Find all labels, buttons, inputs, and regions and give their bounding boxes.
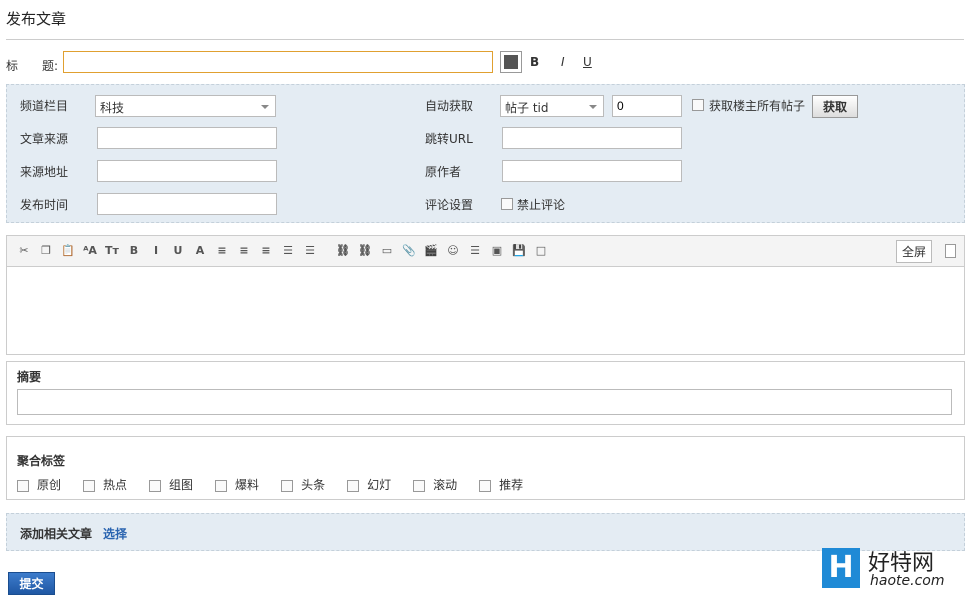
align-right-icon[interactable]: ≡ xyxy=(258,243,274,259)
tag-label: 热点 xyxy=(103,478,128,492)
tag-label: 头条 xyxy=(301,478,326,492)
page-title: 发布文章 xyxy=(6,10,67,28)
editor-toolbar: ✂ ❐ 📋 ᴬA Tт B I U A ≡ ≡ ≡ ☰ ☰ ⛓ ⛓ ▭ 📎 🎬 ☺ ☰ ▣ 💾 □ 全屏 xyxy=(6,235,965,267)
source-view-icon[interactable] xyxy=(945,244,956,258)
title-input[interactable] xyxy=(63,51,493,73)
align-center-icon[interactable]: ≡ xyxy=(236,243,252,259)
attachment-icon[interactable]: 📎 xyxy=(401,243,417,259)
font-icon[interactable]: ᴬA xyxy=(82,243,98,259)
video-icon[interactable]: 🎬 xyxy=(423,243,439,259)
editor-content[interactable] xyxy=(6,266,965,355)
tid-input[interactable] xyxy=(612,95,682,117)
fullscreen-button[interactable]: 全屏 xyxy=(895,240,932,263)
summary-section: 摘要 xyxy=(6,361,965,425)
tag-option[interactable]: 推荐 xyxy=(479,476,523,493)
tag-label: 幻灯 xyxy=(367,478,392,492)
save-icon[interactable]: 💾 xyxy=(511,243,527,259)
align-left-icon[interactable]: ≡ xyxy=(214,243,230,259)
title-italic-button[interactable]: I xyxy=(561,55,565,69)
source-url-label: 来源地址 xyxy=(20,165,69,179)
redirect-url-input[interactable] xyxy=(502,127,682,149)
comment-label: 评论设置 xyxy=(425,198,474,212)
fetch-type-select[interactable]: 帖子 tid xyxy=(500,95,604,117)
copy-icon[interactable]: ❐ xyxy=(38,243,54,259)
source-label: 文章来源 xyxy=(20,132,69,146)
title-underline-button[interactable]: U xyxy=(583,55,592,69)
tag-checkbox[interactable] xyxy=(215,479,228,492)
disable-comment-label: 禁止评论 xyxy=(517,198,566,212)
channel-select[interactable]: 科技 xyxy=(95,95,276,117)
tag-checkbox[interactable] xyxy=(149,479,162,492)
tag-checkbox[interactable] xyxy=(413,479,426,492)
underline-icon[interactable]: U xyxy=(170,243,186,259)
bold-icon[interactable]: B xyxy=(126,243,142,259)
tag-checkbox[interactable] xyxy=(479,479,492,492)
italic-icon[interactable]: I xyxy=(148,243,164,259)
author-input[interactable] xyxy=(502,160,682,182)
tag-label: 原创 xyxy=(37,478,62,492)
ordered-list-icon[interactable]: ☰ xyxy=(280,243,296,259)
emoji-icon[interactable]: ☺ xyxy=(445,243,461,259)
indent-icon[interactable]: ☰ xyxy=(302,243,318,259)
tag-option[interactable]: 滚动 xyxy=(413,476,457,493)
unlink-icon[interactable]: ⛓ xyxy=(357,243,373,259)
checkbox-icon[interactable]: □ xyxy=(533,243,549,259)
redirect-url-label: 跳转URL xyxy=(425,132,473,146)
tag-checkbox[interactable] xyxy=(281,479,294,492)
tag-label: 组图 xyxy=(169,478,194,492)
tag-checkbox[interactable] xyxy=(83,479,96,492)
insert-image-icon[interactable]: ▣ xyxy=(489,243,505,259)
tag-label: 滚动 xyxy=(433,478,458,492)
auto-fetch-label: 自动获取 xyxy=(425,99,474,113)
related-label: 添加相关文章 xyxy=(20,527,93,541)
tags-label: 聚合标签 xyxy=(17,454,66,468)
summary-label: 摘要 xyxy=(17,370,42,384)
tag-checkbox[interactable] xyxy=(347,479,360,492)
cut-icon[interactable]: ✂ xyxy=(16,243,32,259)
paste-icon[interactable]: 📋 xyxy=(60,243,76,259)
tag-option[interactable]: 爆料 xyxy=(215,476,259,493)
publish-time-label: 发布时间 xyxy=(20,198,69,212)
channel-label: 频道栏目 xyxy=(20,99,69,113)
source-input[interactable] xyxy=(97,127,277,149)
link-icon[interactable]: ⛓ xyxy=(335,243,351,259)
image-icon[interactable]: ▭ xyxy=(379,243,395,259)
summary-input[interactable] xyxy=(17,389,952,415)
tag-option[interactable]: 热点 xyxy=(83,476,127,493)
tag-label: 爆料 xyxy=(235,478,260,492)
tags-section: 聚合标签 原创 热点 组图 爆料 头条 幻灯 滚动 推荐 xyxy=(6,436,965,500)
text-size-icon[interactable]: Tт xyxy=(104,243,120,259)
related-section: 添加相关文章 选择 xyxy=(6,513,965,551)
tag-option[interactable]: 原创 xyxy=(17,476,61,493)
fetch-all-checkbox[interactable] xyxy=(692,99,704,111)
divider xyxy=(6,39,964,40)
tag-option[interactable]: 头条 xyxy=(281,476,325,493)
fetch-button[interactable]: 获取 xyxy=(812,95,859,118)
tag-checkbox[interactable] xyxy=(17,479,29,492)
tag-label: 推荐 xyxy=(499,478,524,492)
select-related-link[interactable]: 选择 xyxy=(103,525,127,542)
tag-option[interactable]: 组图 xyxy=(149,476,193,493)
publish-time-input[interactable] xyxy=(97,193,277,215)
tag-option[interactable]: 幻灯 xyxy=(347,476,391,493)
submit-button[interactable]: 提交 xyxy=(8,572,55,595)
title-bold-button[interactable]: B xyxy=(530,55,539,69)
font-color-icon[interactable]: A xyxy=(192,243,208,259)
fetch-all-label: 获取楼主所有帖子 xyxy=(709,99,806,113)
author-label: 原作者 xyxy=(425,165,462,179)
source-url-input[interactable] xyxy=(97,160,277,182)
page-break-icon[interactable]: ☰ xyxy=(467,243,483,259)
title-label: 标 题: xyxy=(6,59,59,73)
disable-comment-checkbox[interactable] xyxy=(501,198,513,210)
title-color-picker[interactable] xyxy=(500,51,522,73)
watermark-domain: haote.com xyxy=(870,573,945,589)
haote-logo-icon: H xyxy=(822,548,860,588)
